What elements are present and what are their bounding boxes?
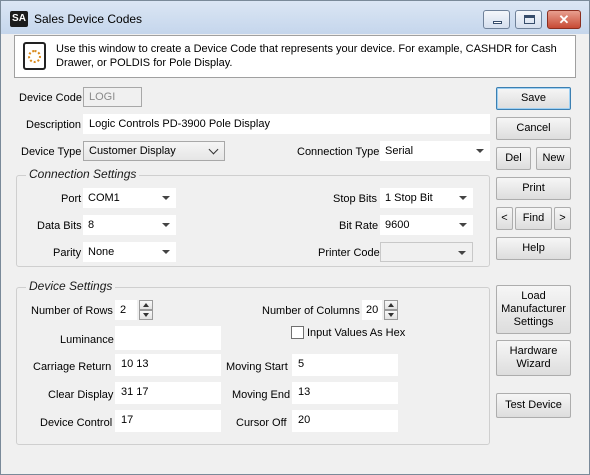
- app-icon: SA: [10, 11, 28, 27]
- port-label: Port: [61, 193, 82, 205]
- data-bits-select[interactable]: 8: [83, 215, 176, 235]
- find-button[interactable]: Find: [515, 207, 552, 230]
- device-type-value: Customer Display: [89, 145, 176, 157]
- parity-select[interactable]: None: [83, 242, 176, 262]
- hardware-wizard-button[interactable]: Hardware Wizard: [496, 340, 571, 376]
- info-text: Use this window to create a Device Code …: [56, 43, 557, 69]
- port-value: COM1: [88, 192, 120, 204]
- clear-display-label: Clear Display: [48, 389, 114, 401]
- spin-up-icon[interactable]: [384, 300, 398, 310]
- dropdown-arrow-icon: [459, 196, 467, 200]
- stop-bits-label: Stop Bits: [333, 193, 378, 205]
- spin-up-icon[interactable]: [139, 300, 153, 310]
- spin-down-icon[interactable]: [139, 310, 153, 320]
- chevron-down-icon: [208, 144, 219, 155]
- cancel-button[interactable]: Cancel: [496, 117, 571, 140]
- device-settings-title: Device Settings: [26, 279, 116, 293]
- moving-end-field[interactable]: 13: [292, 382, 398, 404]
- bit-rate-value: 9600: [385, 219, 410, 231]
- device-type-label: Device Type: [21, 146, 82, 158]
- connection-type-select[interactable]: Serial: [380, 141, 490, 161]
- rows-field[interactable]: 2: [115, 300, 137, 320]
- cursor-off-field[interactable]: 20: [292, 410, 398, 432]
- device-type-select[interactable]: Customer Display: [83, 141, 225, 161]
- sales-device-codes-window: SA Sales Device Codes ✕ Use this window …: [0, 0, 590, 475]
- carriage-return-field[interactable]: 10 13: [115, 354, 221, 376]
- device-control-label: Device Control: [40, 417, 113, 429]
- dropdown-arrow-icon: [162, 223, 170, 227]
- columns-stepper[interactable]: [384, 300, 398, 320]
- connection-type-value: Serial: [385, 145, 414, 157]
- hex-checkbox-label: Input Values As Hex: [307, 327, 406, 339]
- port-select[interactable]: COM1: [83, 188, 176, 208]
- minimize-icon: [493, 21, 502, 24]
- device-code-label: Device Code: [19, 92, 82, 104]
- maximize-icon: [524, 15, 535, 24]
- title-bar[interactable]: SA Sales Device Codes ✕: [1, 1, 589, 34]
- close-icon: ✕: [558, 12, 570, 27]
- dropdown-arrow-icon: [459, 223, 467, 227]
- columns-label: Number of Columns: [262, 305, 360, 317]
- carriage-return-label: Carriage Return: [33, 361, 112, 373]
- dropdown-arrow-icon: [476, 149, 484, 153]
- info-panel: Use this window to create a Device Code …: [14, 35, 576, 78]
- new-button[interactable]: New: [536, 147, 571, 170]
- dropdown-arrow-icon: [162, 196, 170, 200]
- moving-end-label: Moving End: [232, 389, 291, 401]
- data-bits-label: Data Bits: [37, 220, 82, 232]
- cursor-off-label: Cursor Off: [236, 417, 287, 429]
- stop-bits-select[interactable]: 1 Stop Bit: [380, 188, 473, 208]
- luminance-label: Luminance: [60, 334, 114, 346]
- columns-field[interactable]: 20: [362, 300, 382, 320]
- bit-rate-label: Bit Rate: [339, 220, 379, 232]
- spin-down-icon[interactable]: [384, 310, 398, 320]
- device-control-field[interactable]: 17: [115, 410, 221, 432]
- parity-label: Parity: [53, 247, 82, 259]
- print-button[interactable]: Print: [496, 177, 571, 200]
- delete-button[interactable]: Del: [496, 147, 531, 170]
- device-code-field: LOGI: [83, 87, 142, 107]
- moving-start-label: Moving Start: [226, 361, 288, 373]
- stop-bits-value: 1 Stop Bit: [385, 192, 433, 204]
- device-settings-icon: [23, 42, 46, 70]
- luminance-field[interactable]: [115, 326, 221, 350]
- description-field[interactable]: Logic Controls PD-3900 Pole Display: [83, 114, 490, 134]
- clear-display-field[interactable]: 31 17: [115, 382, 221, 404]
- dropdown-arrow-icon: [162, 250, 170, 254]
- help-button[interactable]: Help: [496, 237, 571, 260]
- hex-checkbox[interactable]: [291, 326, 304, 339]
- printer-code-select[interactable]: [380, 242, 473, 262]
- dropdown-arrow-icon: [458, 251, 466, 255]
- minimize-button[interactable]: [483, 10, 510, 29]
- next-record-button[interactable]: >: [554, 207, 571, 230]
- connection-settings-title: Connection Settings: [26, 167, 140, 181]
- rows-label: Number of Rows: [31, 305, 113, 317]
- save-button[interactable]: Save: [496, 87, 571, 110]
- connection-type-label: Connection Type: [297, 146, 380, 158]
- bit-rate-select[interactable]: 9600: [380, 215, 473, 235]
- maximize-button[interactable]: [515, 10, 542, 29]
- description-label: Description: [26, 119, 82, 131]
- test-device-button[interactable]: Test Device: [496, 393, 571, 418]
- moving-start-field[interactable]: 5: [292, 354, 398, 376]
- gear-icon: [28, 50, 41, 63]
- parity-value: None: [88, 246, 115, 258]
- data-bits-value: 8: [88, 219, 95, 231]
- load-manufacturer-settings-button[interactable]: Load Manufacturer Settings: [496, 285, 571, 334]
- window-title: Sales Device Codes: [34, 12, 143, 26]
- printer-code-label: Printer Code: [318, 247, 380, 259]
- rows-stepper[interactable]: [139, 300, 153, 320]
- previous-record-button[interactable]: <: [496, 207, 513, 230]
- close-button[interactable]: ✕: [547, 10, 581, 29]
